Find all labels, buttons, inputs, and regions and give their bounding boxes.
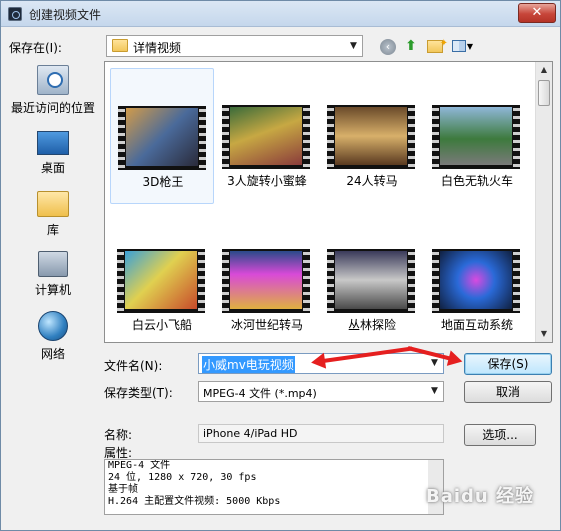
save-in-value: 详情视频 bbox=[133, 41, 182, 55]
title-bar: 创建视频文件 ✕ bbox=[1, 1, 560, 27]
save-video-dialog: 创建视频文件 ✕ 保存在(I): 详情视频 ▼ ‹ ⬆ ▼ 最近访问的位置 桌面… bbox=[0, 0, 561, 531]
video-thumbnail bbox=[117, 249, 205, 313]
scroll-up-icon[interactable]: ▲ bbox=[536, 62, 552, 78]
file-item[interactable]: 丛林探险 bbox=[320, 212, 424, 342]
file-item[interactable]: 白云小飞船 bbox=[110, 212, 214, 342]
network-icon bbox=[38, 311, 68, 341]
place-label: 最近访问的位置 bbox=[10, 101, 95, 115]
filetype-label: 保存类型(T): bbox=[104, 386, 173, 400]
app-icon bbox=[8, 7, 22, 21]
property-line: MPEG-4 文件 bbox=[108, 460, 171, 471]
back-button[interactable]: ‹ bbox=[379, 35, 397, 57]
properties-box[interactable]: MPEG-4 文件 24 位, 1280 x 720, 30 fps 基于帧 H… bbox=[104, 459, 444, 515]
place-label: 库 bbox=[46, 223, 59, 237]
computer-icon bbox=[38, 251, 68, 277]
file-item[interactable]: 24人转马 bbox=[320, 68, 424, 204]
place-recent[interactable]: 最近访问的位置 bbox=[8, 65, 98, 116]
options-button[interactable]: 选项... bbox=[464, 424, 536, 446]
views-menu-button[interactable]: ▼ bbox=[449, 35, 475, 57]
file-name: 3D枪王 bbox=[142, 175, 184, 189]
property-line: H.264 主配置文件视频: 5000 Kbps bbox=[108, 496, 281, 507]
place-network[interactable]: 网络 bbox=[8, 311, 98, 362]
new-folder-icon bbox=[427, 33, 448, 55]
new-folder-button[interactable] bbox=[424, 33, 448, 57]
save-in-dropdown[interactable]: 详情视频 ▼ bbox=[106, 35, 363, 57]
file-name: 冰河世纪转马 bbox=[230, 318, 303, 332]
chevron-down-icon: ▼ bbox=[431, 386, 438, 396]
file-item[interactable]: 冰河世纪转马 bbox=[215, 212, 319, 342]
folder-icon bbox=[112, 39, 128, 52]
video-thumbnail bbox=[327, 105, 415, 169]
place-computer[interactable]: 计算机 bbox=[8, 251, 98, 298]
video-thumbnail bbox=[222, 249, 310, 313]
file-name: 白云小飞船 bbox=[131, 318, 192, 332]
chevron-down-icon: ▼ bbox=[466, 42, 474, 51]
scroll-down-icon[interactable]: ▼ bbox=[536, 326, 552, 342]
video-thumbnail bbox=[432, 105, 520, 169]
preset-name-field: iPhone 4/iPad HD bbox=[198, 424, 444, 443]
places-bar: 最近访问的位置 桌面 库 计算机 网络 bbox=[8, 61, 98, 513]
filetype-value: MPEG-4 文件 (*.mp4) bbox=[203, 387, 317, 400]
close-button[interactable]: ✕ bbox=[518, 3, 556, 23]
name-label: 名称: bbox=[104, 428, 133, 442]
window-title: 创建视频文件 bbox=[29, 8, 102, 22]
video-thumbnail bbox=[118, 106, 206, 170]
library-icon bbox=[37, 191, 69, 217]
save-in-label: 保存在(I): bbox=[9, 41, 62, 55]
chevron-down-icon: ▼ bbox=[350, 41, 357, 51]
file-name: 丛林探险 bbox=[347, 318, 396, 332]
file-name: 24人转马 bbox=[346, 174, 398, 188]
filename-value: 小威mv电玩视频 bbox=[202, 356, 295, 373]
baidu-watermark: Baidu 经验 bbox=[426, 486, 535, 507]
place-label: 计算机 bbox=[34, 283, 71, 297]
file-item-selected[interactable]: 3D枪王 bbox=[110, 68, 214, 204]
place-label: 桌面 bbox=[40, 161, 65, 175]
cancel-button[interactable]: 取消 bbox=[464, 381, 552, 403]
preset-name-value: iPhone 4/iPad HD bbox=[203, 427, 298, 440]
back-icon: ‹ bbox=[380, 39, 396, 55]
video-thumbnail bbox=[327, 249, 415, 313]
property-line: 基于帧 bbox=[108, 484, 138, 495]
filetype-select[interactable]: MPEG-4 文件 (*.mp4) ▼ bbox=[198, 381, 444, 402]
up-folder-button[interactable]: ⬆ bbox=[401, 35, 421, 57]
desktop-icon bbox=[37, 131, 69, 155]
property-line: 24 位, 1280 x 720, 30 fps bbox=[108, 472, 257, 483]
file-item[interactable]: 地面互动系统 bbox=[425, 212, 529, 342]
place-library[interactable]: 库 bbox=[8, 191, 98, 238]
video-thumbnail bbox=[432, 249, 520, 313]
recent-places-icon bbox=[37, 65, 69, 95]
filename-label: 文件名(N): bbox=[104, 359, 163, 373]
place-desktop[interactable]: 桌面 bbox=[8, 131, 98, 176]
views-icon bbox=[451, 40, 466, 52]
file-name: 白色无轨火车 bbox=[440, 174, 513, 188]
file-list-scrollbar[interactable]: ▲ ▼ bbox=[535, 62, 552, 342]
file-item[interactable]: 白色无轨火车 bbox=[425, 68, 529, 204]
video-thumbnail bbox=[222, 105, 310, 169]
save-button[interactable]: 保存(S) bbox=[464, 353, 552, 375]
file-list[interactable]: 3D枪王 3人旋转小蜜蜂 24人转马 白色无轨火车 白云小飞船 冰河世纪转马 丛… bbox=[104, 61, 553, 343]
place-label: 网络 bbox=[40, 347, 65, 361]
scroll-thumb[interactable] bbox=[538, 80, 550, 106]
file-name: 3人旋转小蜜蜂 bbox=[227, 174, 307, 188]
file-item[interactable]: 3人旋转小蜜蜂 bbox=[215, 68, 319, 204]
file-name: 地面互动系统 bbox=[440, 318, 513, 332]
